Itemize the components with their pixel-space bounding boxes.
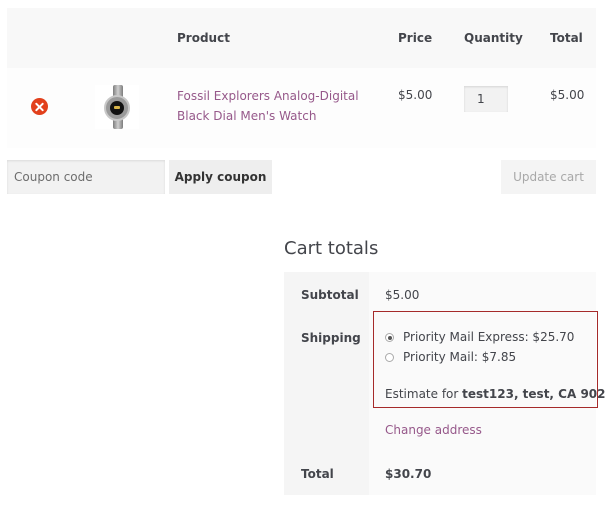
subtotal-label: Subtotal <box>301 288 359 302</box>
shipping-estimate: Estimate for test123, test, CA 90210. <box>385 387 606 401</box>
total-value: $30.70 <box>385 467 432 481</box>
change-address-link[interactable]: Change address <box>385 423 482 437</box>
header-price: Price <box>398 31 433 45</box>
total-label: Total <box>301 467 334 481</box>
shipping-option-express[interactable]: Priority Mail Express: $25.70 <box>403 330 574 344</box>
shipping-radio-priority[interactable] <box>385 353 394 362</box>
header-total: Total <box>550 31 583 45</box>
product-name-link[interactable]: Fossil Explorers Analog-Digital Black Di… <box>177 86 367 126</box>
update-cart-button[interactable]: Update cart <box>501 160 596 194</box>
apply-coupon-button[interactable]: Apply coupon <box>169 160 272 194</box>
coupon-code-input[interactable] <box>7 160 165 194</box>
shipping-methods: Priority Mail Express: $25.70 Priority M… <box>373 311 606 408</box>
product-thumbnail[interactable] <box>95 85 139 129</box>
header-product: Product <box>177 31 230 45</box>
shipping-option-priority[interactable]: Priority Mail: $7.85 <box>403 350 516 364</box>
table-row: Fossil Explorers Analog-Digital Black Di… <box>7 68 596 148</box>
header-quantity: Quantity <box>464 31 523 45</box>
cart-table: Product Price Quantity Total Fossil Expl… <box>7 8 596 148</box>
item-total: $5.00 <box>550 88 585 102</box>
watch-icon <box>104 95 130 121</box>
item-price: $5.00 <box>398 88 433 102</box>
shipping-radio-express[interactable] <box>385 333 394 342</box>
subtotal-value: $5.00 <box>385 288 420 302</box>
estimate-address: test123, test, CA 90210 <box>462 387 606 401</box>
remove-item-icon[interactable] <box>31 98 48 115</box>
cart-totals-title: Cart totals <box>284 238 379 259</box>
quantity-input[interactable] <box>464 86 508 112</box>
cart-table-header: Product Price Quantity Total <box>7 8 596 68</box>
shipping-label: Shipping <box>301 331 361 345</box>
